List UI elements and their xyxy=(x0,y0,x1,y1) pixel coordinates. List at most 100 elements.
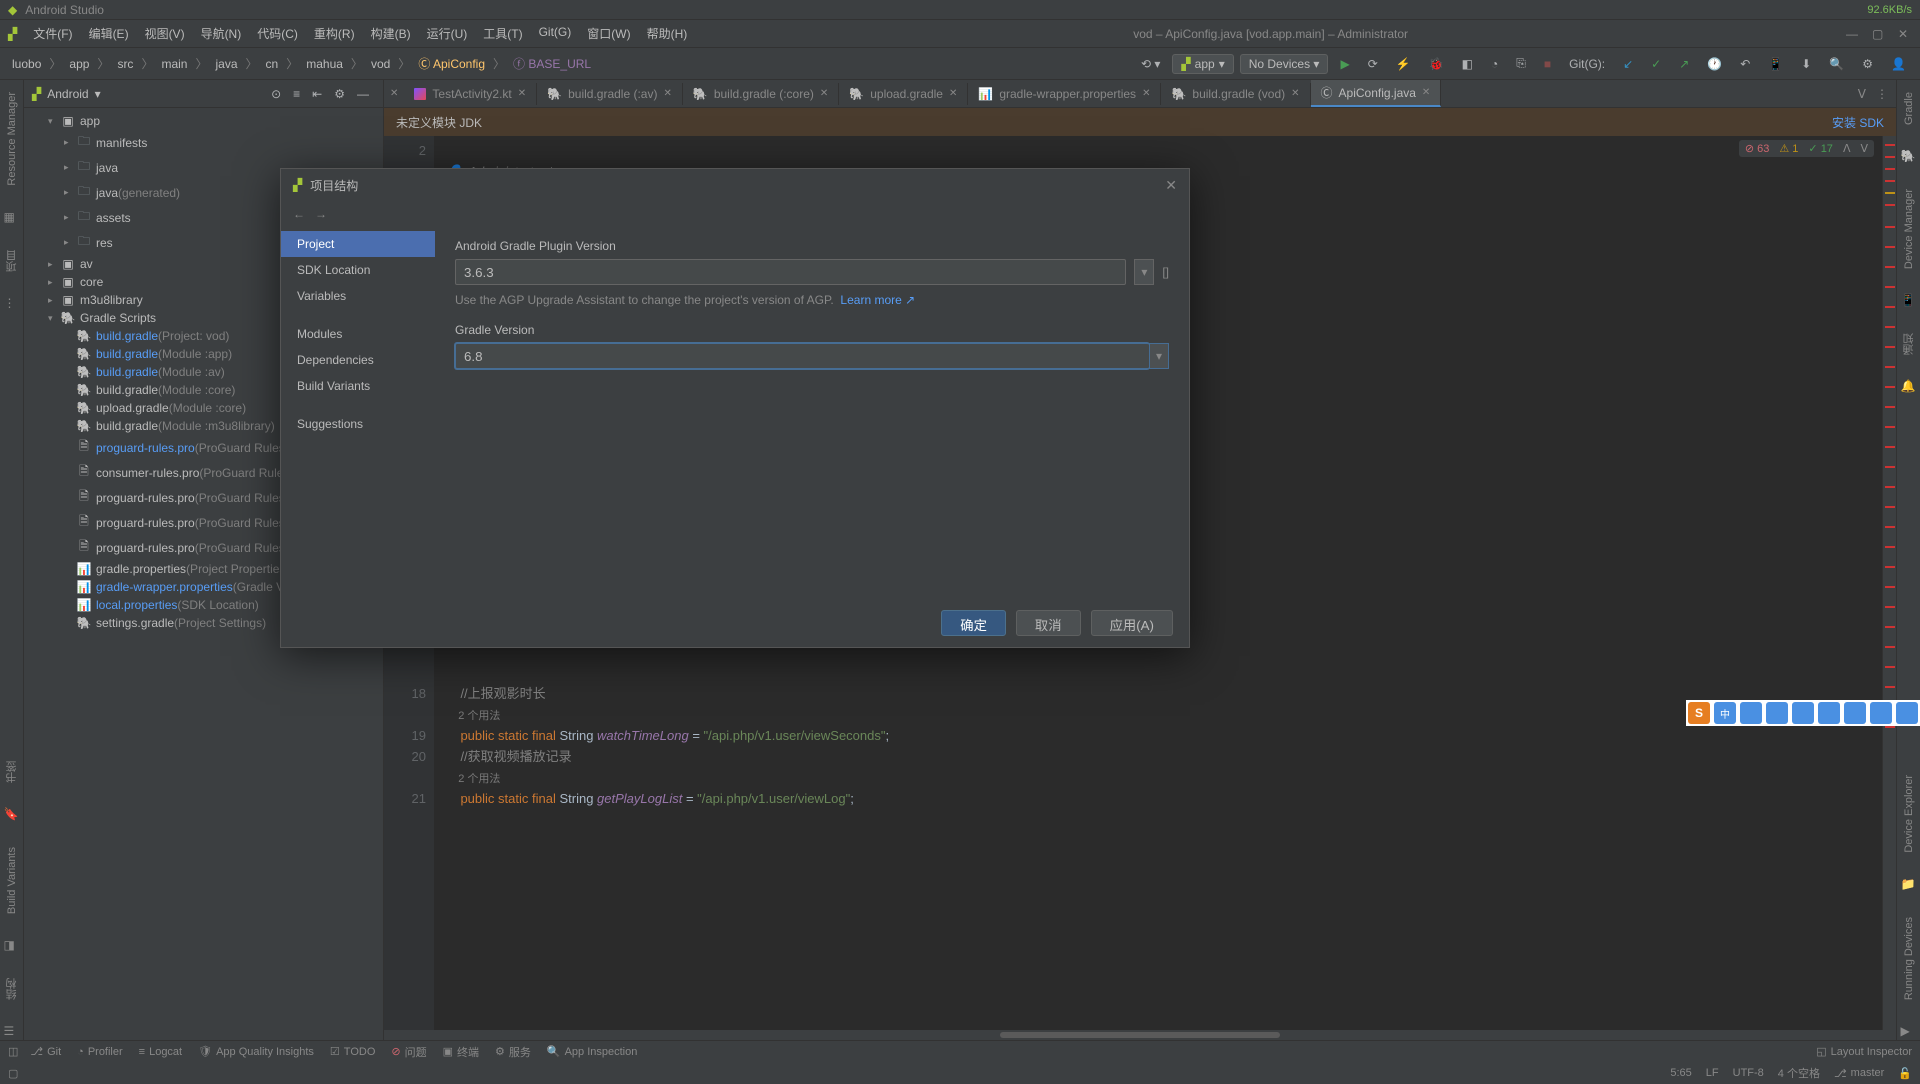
breadcrumb-item[interactable]: vod xyxy=(367,57,394,71)
tab-close-icon[interactable]: ✕ xyxy=(1422,87,1430,98)
stripe-resource-manager[interactable]: Resource Manager xyxy=(6,88,18,190)
variant-icon[interactable]: ◨ xyxy=(4,938,20,954)
editor-tab[interactable]: 🐘build.gradle (vod)✕ xyxy=(1161,83,1310,105)
lock-icon[interactable]: 🔓 xyxy=(1898,1065,1912,1081)
status-tool-button[interactable]: 🛡 App Quality Insights xyxy=(198,1044,314,1060)
ime-keyboard-icon[interactable] xyxy=(1792,702,1814,724)
stop-button[interactable]: ■ xyxy=(1538,55,1557,73)
gradle-icon[interactable]: 🐘 xyxy=(1901,149,1917,165)
git-push-icon[interactable]: ↗ xyxy=(1673,55,1695,73)
device-selector[interactable]: No Devices ▾ xyxy=(1240,54,1329,74)
menu-item[interactable]: 视图(V) xyxy=(137,21,193,46)
apply-code-icon[interactable]: ⚡ xyxy=(1390,55,1417,73)
tabs-dropdown-icon[interactable]: ᐯ ⋮ xyxy=(1850,87,1896,101)
explorer-icon[interactable]: 📁 xyxy=(1901,877,1917,893)
device-icon[interactable]: 📱 xyxy=(1901,293,1917,309)
stripe-running-devices[interactable]: Running Devices xyxy=(1903,913,1915,1004)
run-config-selector[interactable]: ▞ app ▾ xyxy=(1172,54,1233,74)
code-line[interactable]: public static final String getPlayLogLis… xyxy=(446,788,1882,809)
breadcrumb-item[interactable]: app xyxy=(65,57,93,71)
status-tool-button[interactable]: ⚙ 服务 xyxy=(495,1044,531,1060)
status-tool-button[interactable]: ≡ Logcat xyxy=(139,1044,182,1060)
stripe-bookmarks[interactable]: 书签 xyxy=(4,757,20,787)
agp-version-input[interactable] xyxy=(455,259,1126,285)
status-square-icon[interactable]: ▢ xyxy=(8,1067,18,1080)
collapse-icon[interactable]: ⇤ xyxy=(306,85,328,103)
forward-icon[interactable]: → xyxy=(315,207,327,221)
chevron-up-icon[interactable]: ᐱ xyxy=(1843,142,1851,155)
menu-item[interactable]: 帮助(H) xyxy=(639,21,696,46)
ime-mic-icon[interactable] xyxy=(1766,702,1788,724)
code-line[interactable]: public static final String watchTimeLong… xyxy=(446,725,1882,746)
apply-button[interactable]: 应用(A) xyxy=(1091,610,1173,636)
cancel-button[interactable]: 取消 xyxy=(1016,610,1081,636)
menu-item[interactable]: 工具(T) xyxy=(475,21,530,46)
menu-item[interactable]: Git(G) xyxy=(531,21,580,46)
editor-tab[interactable]: 🐘upload.gradle✕ xyxy=(839,83,968,105)
menu-item[interactable]: 运行(U) xyxy=(419,21,476,46)
agp-dropdown-icon[interactable]: ▾ xyxy=(1134,259,1154,285)
breadcrumb-item[interactable]: java xyxy=(211,57,241,71)
bell-icon[interactable]: 🔔 xyxy=(1901,379,1917,395)
warning-count[interactable]: ⚠ 1 xyxy=(1779,142,1798,155)
expand-icon[interactable]: ≡ xyxy=(287,85,306,103)
dialog-close-button[interactable]: ✕ xyxy=(1165,177,1177,194)
status-tool-button[interactable]: ▣ 终端 xyxy=(443,1044,479,1060)
profile-icon[interactable]: ◔ xyxy=(1485,55,1504,73)
edit-icon[interactable]: [] xyxy=(1162,265,1169,279)
indent[interactable]: 4 个空格 xyxy=(1778,1065,1820,1081)
show-tool-windows-icon[interactable]: ◫ xyxy=(8,1045,18,1058)
menu-item[interactable]: 构建(B) xyxy=(363,21,419,46)
editor-tab[interactable]: 🐘build.gradle (:core)✕ xyxy=(683,83,839,105)
tab-close-icon[interactable]: ✕ xyxy=(1291,88,1299,99)
stripe-notifications[interactable]: 通知 xyxy=(1901,329,1917,359)
tab-close-icon[interactable]: ✕ xyxy=(820,88,828,99)
stripe-device-explorer[interactable]: Device Explorer xyxy=(1903,771,1915,857)
editor-tab[interactable]: TestActivity2.kt✕ xyxy=(404,83,537,105)
stripe-icon[interactable]: ▦ xyxy=(4,210,20,226)
tree-node[interactable]: ▸🗀manifests xyxy=(24,130,383,155)
breadcrumb-item[interactable]: luobo xyxy=(8,57,45,71)
git-commit-icon[interactable]: ✓ xyxy=(1645,55,1667,73)
code-line[interactable]: //获取视频播放记录 xyxy=(446,746,1882,767)
settings-icon[interactable]: ⚙ xyxy=(1856,55,1879,73)
inspection-summary[interactable]: ⊘ 63 ⚠ 1 ✓ 17 ᐱ ᐯ xyxy=(1739,140,1874,157)
project-view-label[interactable]: Android xyxy=(47,87,88,101)
weak-warning-count[interactable]: ✓ 17 xyxy=(1808,142,1833,155)
ime-settings-icon[interactable] xyxy=(1896,702,1918,724)
encoding[interactable]: UTF-8 xyxy=(1733,1065,1764,1081)
tab-close-icon[interactable]: ✕ xyxy=(949,88,957,99)
back-icon[interactable]: ← xyxy=(293,207,305,221)
ime-toolbox-icon[interactable] xyxy=(1844,702,1866,724)
tabs-close-left[interactable]: ✕ xyxy=(384,88,404,99)
dialog-sidebar-item[interactable]: Suggestions xyxy=(281,411,435,437)
sync-icon[interactable]: ⟲ ▾ xyxy=(1135,55,1166,73)
status-tool-button[interactable]: ⊘ 问题 xyxy=(391,1044,426,1060)
editor-tab[interactable]: 📊gradle-wrapper.properties✕ xyxy=(968,83,1161,105)
search-icon[interactable]: 🔍 xyxy=(1823,55,1850,73)
menu-item[interactable]: 导航(N) xyxy=(193,21,250,46)
learn-more-link[interactable]: Learn more ↗ xyxy=(840,293,915,307)
code-line[interactable]: 2 个用法 xyxy=(446,767,1882,788)
rollback-icon[interactable]: ↶ xyxy=(1734,55,1756,73)
ok-button[interactable]: 确定 xyxy=(941,610,1006,636)
hide-icon[interactable]: — xyxy=(351,85,375,103)
gear-icon[interactable]: ⚙ xyxy=(328,85,351,103)
breadcrumb-item[interactable]: cn xyxy=(262,57,283,71)
menu-item[interactable]: 窗口(W) xyxy=(579,21,638,46)
tab-close-icon[interactable]: ✕ xyxy=(1142,88,1150,99)
menu-item[interactable]: 文件(F) xyxy=(25,21,80,46)
gradle-version-input[interactable] xyxy=(455,343,1149,369)
dialog-sidebar-item[interactable]: Project xyxy=(281,231,435,257)
tree-node[interactable]: ▾▣app xyxy=(24,112,383,130)
editor-tab[interactable]: 🐘build.gradle (:av)✕ xyxy=(537,83,683,105)
stripe-project[interactable]: 项目 xyxy=(4,246,20,276)
horizontal-scrollbar[interactable] xyxy=(384,1030,1896,1040)
dialog-sidebar-item[interactable]: Build Variants xyxy=(281,373,435,399)
stripe-gradle[interactable]: Gradle xyxy=(1903,88,1915,129)
stripe-icon[interactable]: ⋮ xyxy=(4,296,20,312)
banner-link[interactable]: 安装 SDK xyxy=(1832,114,1884,131)
attach-debugger-icon[interactable]: ⎘ xyxy=(1510,54,1532,73)
minimize-button[interactable]: — xyxy=(1846,27,1860,41)
ime-lang-icon[interactable]: 中 xyxy=(1714,702,1736,724)
